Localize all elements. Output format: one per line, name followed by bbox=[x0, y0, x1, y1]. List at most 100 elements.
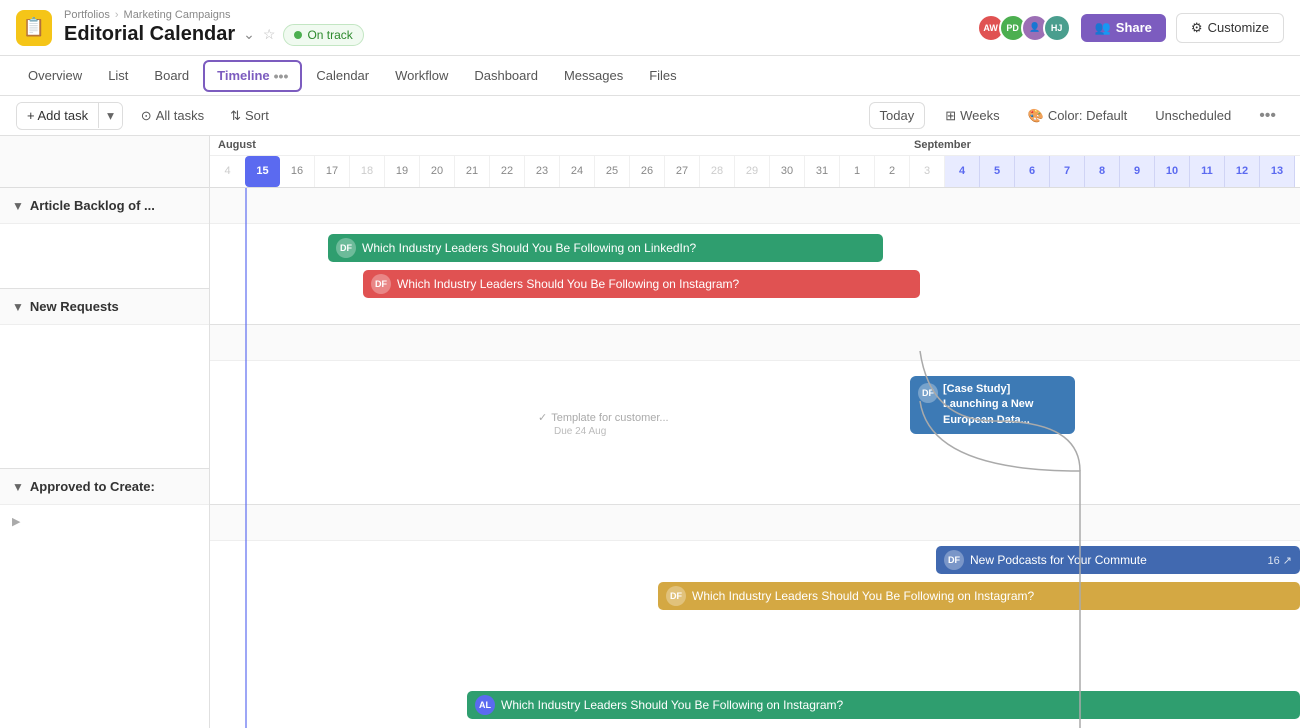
day-15-today: 15 bbox=[245, 156, 280, 187]
template-due-text: Due 24 Aug bbox=[538, 426, 669, 437]
share-button[interactable]: 👥 Share bbox=[1081, 14, 1166, 42]
day-sep-1: 1 bbox=[840, 156, 875, 187]
day-16: 16 bbox=[280, 156, 315, 187]
check-icon: ✓ bbox=[538, 411, 547, 424]
day-20: 20 bbox=[420, 156, 455, 187]
task-instagram-backlog-text: Which Industry Leaders Should You Be Fol… bbox=[397, 277, 739, 291]
breadcrumb-portfolios[interactable]: Portfolios bbox=[64, 9, 110, 21]
filter-icon: ⊙ bbox=[141, 108, 152, 124]
customize-button[interactable]: ⚙ Customize bbox=[1176, 13, 1284, 43]
day-sep-5: 5 bbox=[980, 156, 1015, 187]
tab-list[interactable]: List bbox=[96, 62, 140, 89]
app-logo[interactable]: 📋 bbox=[16, 10, 52, 46]
new-requests-toggle[interactable]: ▼ bbox=[12, 300, 24, 314]
customize-icon: ⚙ bbox=[1191, 20, 1203, 36]
task-bar-podcasts[interactable]: DF New Podcasts for Your Commute 16 ↗ bbox=[936, 546, 1300, 574]
day-sep-7: 7 bbox=[1050, 156, 1085, 187]
day-sep-3: 3 bbox=[910, 156, 945, 187]
color-icon: 🎨 bbox=[1028, 108, 1044, 124]
day-21: 21 bbox=[455, 156, 490, 187]
toolbar-more-button[interactable]: ••• bbox=[1251, 102, 1284, 130]
breadcrumb-marketing[interactable]: Marketing Campaigns bbox=[124, 9, 231, 21]
task-avatar-df-case: DF bbox=[918, 383, 938, 403]
task-linkedin-text: Which Industry Leaders Should You Be Fol… bbox=[362, 241, 696, 255]
task-bar-instagram-backlog[interactable]: DF Which Industry Leaders Should You Be … bbox=[363, 270, 920, 298]
day-22: 22 bbox=[490, 156, 525, 187]
case-study-text: [Case Study] Launching a New European Da… bbox=[943, 382, 1067, 428]
article-backlog-title: Article Backlog of ... bbox=[30, 198, 155, 213]
approved-title: Approved to Create: bbox=[30, 479, 155, 494]
avatar-group: AW PD 👤 HJ bbox=[977, 14, 1071, 42]
timeline-scroll: August September 4 15 16 17 18 19 20 21 … bbox=[210, 136, 1300, 728]
toolbar: + Add task ▾ ⊙ All tasks ⇅ Sort Today ⊞ … bbox=[0, 96, 1300, 136]
task-avatar-df-insta: DF bbox=[666, 586, 686, 606]
sort-button[interactable]: ⇅ Sort bbox=[222, 103, 277, 129]
section-label-approved: ▼ Approved to Create: ▶ bbox=[0, 469, 209, 728]
section-label-article-backlog: ▼ Article Backlog of ... bbox=[0, 188, 209, 289]
tab-workflow[interactable]: Workflow bbox=[383, 62, 460, 89]
share-label: Share bbox=[1116, 20, 1152, 35]
tab-timeline[interactable]: Timeline ••• bbox=[203, 60, 302, 92]
task-instagram-approved-text: Which Industry Leaders Should You Be Fol… bbox=[692, 589, 1034, 603]
day-27: 27 bbox=[665, 156, 700, 187]
day-sep-12: 12 bbox=[1225, 156, 1260, 187]
day-sep-6: 6 bbox=[1015, 156, 1050, 187]
status-badge[interactable]: On track bbox=[283, 24, 363, 46]
unscheduled-button[interactable]: Unscheduled bbox=[1147, 103, 1239, 128]
page-title: Editorial Calendar bbox=[64, 23, 235, 46]
approved-toggle[interactable]: ▼ bbox=[12, 480, 24, 494]
tl-section-approved: DF New Podcasts for Your Commute 16 ↗ DF… bbox=[210, 505, 1300, 728]
add-task-dropdown-button[interactable]: ▾ bbox=[99, 103, 122, 129]
title-star-icon[interactable]: ☆ bbox=[263, 26, 276, 43]
tab-calendar[interactable]: Calendar bbox=[304, 62, 381, 89]
timeline-header: August September 4 15 16 17 18 19 20 21 … bbox=[210, 136, 1300, 188]
header-titles: Portfolios › Marketing Campaigns Editori… bbox=[64, 9, 364, 46]
title-dropdown-icon[interactable]: ⌄ bbox=[243, 26, 255, 43]
status-text: On track bbox=[307, 28, 352, 42]
task-bar-linkedin[interactable]: DF Which Industry Leaders Should You Be … bbox=[328, 234, 883, 262]
day-sep-4: 4 bbox=[945, 156, 980, 187]
weeks-button[interactable]: ⊞ Weeks bbox=[937, 103, 1007, 129]
tab-files[interactable]: Files bbox=[637, 62, 688, 89]
color-button[interactable]: 🎨 Color: Default bbox=[1020, 103, 1136, 129]
task-instagram-al-text: Which Industry Leaders Should You Be Fol… bbox=[501, 698, 843, 712]
day-row: 4 15 16 17 18 19 20 21 22 23 24 25 26 27… bbox=[210, 156, 1300, 187]
day-28: 28 bbox=[700, 156, 735, 187]
tab-dashboard[interactable]: Dashboard bbox=[462, 62, 550, 89]
task-card-case-study[interactable]: DF [Case Study] Launching a New European… bbox=[910, 376, 1075, 434]
header-right: AW PD 👤 HJ 👥 Share ⚙ Customize bbox=[977, 13, 1284, 43]
day-sep-11: 11 bbox=[1190, 156, 1225, 187]
tab-board[interactable]: Board bbox=[142, 62, 201, 89]
day-sep-10: 10 bbox=[1155, 156, 1190, 187]
add-task-button[interactable]: + Add task bbox=[17, 103, 99, 128]
task-bar-instagram-al[interactable]: AL Which Industry Leaders Should You Be … bbox=[467, 691, 1300, 719]
row-labels: ▼ Article Backlog of ... ▼ New Requests … bbox=[0, 136, 210, 728]
nav-tabs: Overview List Board Timeline ••• Calenda… bbox=[0, 56, 1300, 96]
timeline-dots-icon[interactable]: ••• bbox=[274, 68, 289, 84]
approved-expand-icon[interactable]: ▶ bbox=[12, 515, 20, 528]
tl-section-new-requests: ✓ Template for customer... Due 24 Aug DF… bbox=[210, 325, 1300, 505]
section-label-new-requests: ▼ New Requests bbox=[0, 289, 209, 469]
customize-label: Customize bbox=[1208, 20, 1269, 35]
all-tasks-button[interactable]: ⊙ All tasks bbox=[133, 103, 212, 129]
task-avatar-df-1: DF bbox=[336, 238, 356, 258]
day-sep-9: 9 bbox=[1120, 156, 1155, 187]
august-label: August bbox=[218, 139, 256, 151]
header: 📋 Portfolios › Marketing Campaigns Edito… bbox=[0, 0, 1300, 56]
article-backlog-toggle[interactable]: ▼ bbox=[12, 199, 24, 213]
tab-overview[interactable]: Overview bbox=[16, 62, 94, 89]
today-button[interactable]: Today bbox=[869, 102, 926, 129]
task-podcasts-num: 16 ↗ bbox=[1267, 554, 1292, 567]
task-avatar-al: AL bbox=[475, 695, 495, 715]
day-31: 31 bbox=[805, 156, 840, 187]
template-task-text: Template for customer... bbox=[551, 412, 668, 424]
task-bar-instagram-approved[interactable]: DF Which Industry Leaders Should You Be … bbox=[658, 582, 1300, 610]
task-avatar-df-pod: DF bbox=[944, 550, 964, 570]
avatar-hj[interactable]: HJ bbox=[1043, 14, 1071, 42]
tab-messages[interactable]: Messages bbox=[552, 62, 635, 89]
status-dot bbox=[294, 31, 302, 39]
ghost-template-task[interactable]: ✓ Template for customer... Due 24 Aug bbox=[538, 411, 669, 437]
today-marker bbox=[245, 188, 247, 728]
day-26: 26 bbox=[630, 156, 665, 187]
day-4: 4 bbox=[210, 156, 245, 187]
